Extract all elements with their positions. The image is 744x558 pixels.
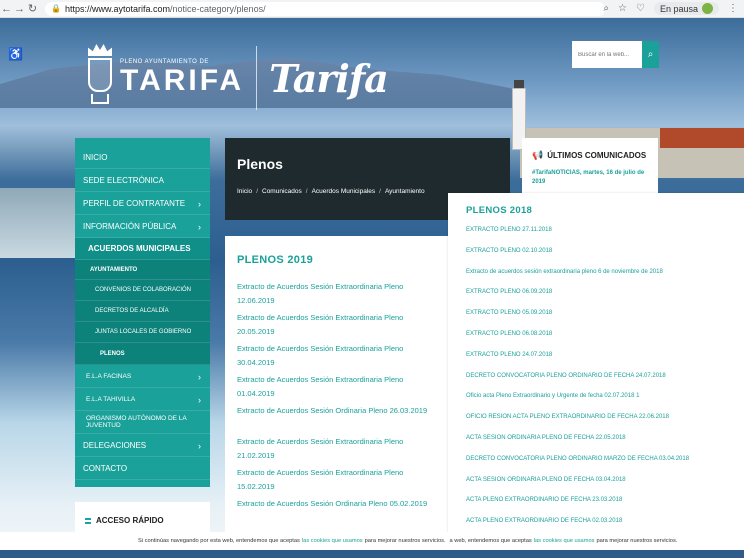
search-icon: ⌕ — [647, 49, 654, 60]
search-button[interactable]: ⌕ — [642, 41, 659, 68]
sidebar-item-juventud[interactable]: ORGANISMO AUTÓNOMO DE LA JUVENTUD — [75, 411, 210, 434]
logo-big-text: TARIFA — [120, 64, 245, 97]
reload-icon[interactable]: ↻ — [26, 2, 39, 15]
zoom-icon[interactable]: ⌕ — [603, 3, 609, 14]
list-item[interactable]: Extracto de Acuerdos Sesión Extraordinar… — [237, 373, 437, 404]
url-path: /notice-category/plenos/ — [170, 3, 266, 14]
logo-script-text: Tarifa — [269, 55, 389, 101]
list-item[interactable]: EXTRACTO PLENO 02.10.2018 — [466, 245, 726, 266]
site-logo[interactable]: PLENO AYUNTAMIENTO DE TARIFA Tarifa — [86, 44, 389, 112]
cookie-policy-link-2[interactable]: las cookies que usamos — [534, 538, 595, 544]
list-item[interactable]: EXTRACTO PLENO 06.08.2018 — [466, 328, 726, 349]
sidebar-item-acuerdos[interactable]: ACUERDOS MUNICIPALES — [75, 238, 210, 260]
list-item[interactable]: DECRETO CONVOCATORIA PLENO ORDINARIO MAR… — [466, 453, 726, 474]
sidebar-item-sede[interactable]: SEDE ELECTRÓNICA — [75, 169, 210, 192]
section-heading: PLENOS 2019 — [237, 254, 314, 266]
plenos-2018-panel: PLENOS 2018 EXTRACTO PLENO 27.11.2018 EX… — [448, 193, 744, 538]
sidebar-item-juntas[interactable]: JUNTAS LOCALES DE GOBIERNO — [75, 322, 210, 343]
logo-divider — [256, 46, 258, 110]
list-item[interactable]: ACTA SESION ORDINARIA PLENO DE FECHA 03.… — [466, 474, 726, 495]
plenos-2019-section: PLENOS 2019 Extracto de Acuerdos Sesión … — [225, 236, 449, 558]
list-item[interactable]: EXTRACTO PLENO 05.09.2018 — [466, 307, 726, 328]
section-heading: PLENOS 2018 — [466, 205, 533, 216]
menu-bars-icon — [85, 517, 91, 524]
sidebar-item-decretos[interactable]: DECRETOS DE ALCALDÍA — [75, 301, 210, 322]
sidebar-item-tahivilla[interactable]: E.L.A TAHIVILLA › — [75, 388, 210, 411]
chevron-right-icon: › — [198, 222, 201, 232]
search-input[interactable] — [572, 41, 642, 68]
latest-news-heading: ÚLTIMOS COMUNICADOS — [547, 151, 647, 160]
browser-actions: ⌕ ☆ ♡ En pausa ⋮ — [603, 2, 738, 15]
quick-access-heading: ACCESO RÁPIDO — [96, 516, 164, 525]
list-item[interactable]: ACTA SESION ORDINARIA PLENO DE FECHA 22.… — [466, 432, 726, 453]
list-item[interactable]: Extracto de Acuerdos Sesión Extraordinar… — [237, 466, 437, 497]
chevron-right-icon: › — [198, 441, 201, 451]
list-item[interactable]: Extracto de Acuerdos Sesión Extraordinar… — [237, 342, 437, 373]
taskbar-strip — [0, 550, 744, 558]
list-item[interactable]: EXTRACTO PLENO 06.09.2018 — [466, 286, 726, 307]
sidebar-item-perfil[interactable]: PERFIL DE CONTRATANTE › — [75, 192, 210, 215]
list-item[interactable]: Extracto de Acuerdos Sesión Extraordinar… — [237, 311, 437, 342]
sidebar-item-delegaciones[interactable]: DELEGACIONES › — [75, 434, 210, 457]
address-bar[interactable]: 🔒 https://www.aytotarifa.com/notice-cate… — [45, 1, 605, 16]
sidebar-nav: INICIO SEDE ELECTRÓNICA PERFIL DE CONTRA… — [75, 138, 210, 487]
site-search: ⌕ — [572, 41, 659, 68]
crest-icon — [86, 44, 114, 112]
sidebar-item-informacion[interactable]: INFORMACIÓN PÚBLICA › — [75, 215, 210, 238]
megaphone-icon: 📢 — [532, 150, 544, 160]
heart-icon[interactable]: ♡ — [636, 3, 645, 14]
chevron-right-icon: › — [198, 372, 201, 382]
accessibility-icon[interactable]: ♿ — [8, 47, 23, 61]
breadcrumb-ayuntamiento[interactable]: Ayuntamiento — [385, 188, 425, 195]
forward-icon[interactable]: → — [13, 3, 26, 15]
page-title: Plenos — [237, 156, 283, 172]
breadcrumb-inicio[interactable]: Inicio — [237, 188, 252, 195]
back-icon[interactable]: ← — [0, 3, 13, 15]
profile-pause-button[interactable]: En pausa — [653, 2, 719, 15]
chevron-right-icon: › — [198, 199, 201, 209]
lock-icon: 🔒 — [51, 4, 61, 13]
breadcrumb-acuerdos[interactable]: Acuerdos Municipales — [312, 188, 376, 195]
list-item[interactable]: ACTA PLENO EXTRAORDINARIO DE FECHA 23.03… — [466, 494, 726, 515]
breadcrumb-comunicados[interactable]: Comunicados — [262, 188, 302, 195]
fort-roof-shape — [660, 128, 744, 148]
sidebar-item-inicio[interactable]: INICIO — [75, 146, 210, 169]
list-item[interactable]: Extracto de Acuerdos Sesión Extraordinar… — [237, 280, 437, 311]
sidebar-item-facinas[interactable]: E.L.A FACINAS › — [75, 365, 210, 388]
sidebar-item-convenios[interactable]: CONVENIOS DE COLABORACIÓN — [75, 280, 210, 301]
list-item[interactable]: EXTRACTO PLENO 27.11.2018 — [466, 224, 726, 245]
list-item[interactable]: Extracto de acuerdos sesión extraordinar… — [466, 266, 726, 287]
browser-toolbar: ← → ↻ 🔒 https://www.aytotarifa.com/notic… — [0, 0, 744, 18]
list-item[interactable]: Extracto de Acuerdos Sesión Ordinaria Pl… — [237, 497, 437, 528]
list-item[interactable]: OFICIO RESION ACTA PLENO EXTRAORDINARIO … — [466, 411, 726, 432]
list-item[interactable]: Extracto de Acuerdos Sesión Extraordinar… — [237, 435, 437, 466]
cookie-bar: Si continúas navegando por esta web, ent… — [0, 532, 744, 550]
url-host: https://www.aytotarifa.com — [64, 3, 171, 14]
chevron-right-icon: › — [198, 395, 201, 405]
page: ← → ↻ 🔒 https://www.aytotarifa.com/notic… — [0, 0, 744, 558]
avatar — [702, 3, 713, 14]
menu-dots-icon[interactable]: ⋮ — [728, 3, 738, 14]
cookie-policy-link[interactable]: las cookies que usamos — [302, 538, 363, 544]
bookmark-star-icon[interactable]: ☆ — [618, 3, 627, 14]
latest-news-item[interactable]: #TarifaNOTICIAS, martes, 16 de julio de … — [532, 169, 648, 187]
list-item[interactable]: Oficio acta Pleno Extraordinario y Urgen… — [466, 390, 726, 411]
sidebar-item-contacto[interactable]: CONTACTO — [75, 457, 210, 480]
sidebar-item-ayuntamiento[interactable]: AYUNTAMIENTO — [75, 260, 210, 280]
latest-news-box: 📢 ÚLTIMOS COMUNICADOS #TarifaNOTICIAS, ma… — [522, 138, 658, 195]
list-item[interactable]: DECRETO CONVOCATORIA PLENO ORDINARIO DE … — [466, 370, 726, 391]
list-item[interactable]: Extracto de Acuerdos Sesión Ordinaria Pl… — [237, 404, 437, 435]
list-item[interactable]: EXTRACTO PLENO 24.07.2018 — [466, 349, 726, 370]
sidebar-item-plenos[interactable]: PLENOS — [75, 343, 210, 365]
